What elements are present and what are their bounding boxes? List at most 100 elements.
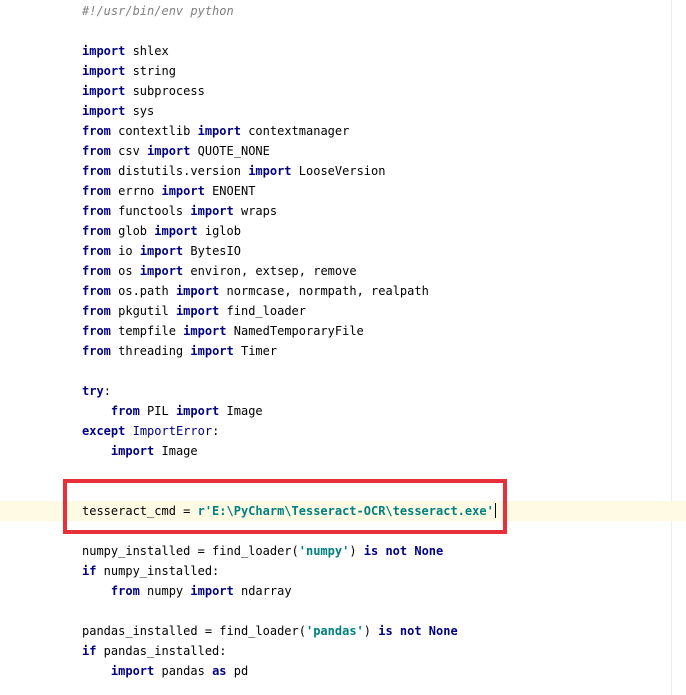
code-token: Image: [154, 444, 198, 458]
code-line[interactable]: if numpy_installed:: [0, 561, 686, 581]
code-token: as: [212, 664, 227, 678]
code-token: :: [212, 424, 220, 438]
code-token: import: [175, 284, 220, 298]
code-line[interactable]: from glob import iglob: [0, 221, 686, 241]
code-line-text: import pandas as pd: [82, 661, 248, 681]
code-line[interactable]: import pandas as pd: [0, 661, 686, 681]
code-token: is not None: [363, 544, 444, 558]
code-token: import: [175, 304, 220, 318]
code-line[interactable]: except ImportError:: [0, 421, 686, 441]
code-line[interactable]: from PIL import Image: [0, 401, 686, 421]
code-token: pkgutil: [110, 304, 176, 318]
code-line[interactable]: from errno import ENOENT: [0, 181, 686, 201]
code-token: from: [82, 264, 111, 278]
code-token: from: [82, 184, 111, 198]
code-line[interactable]: from functools import wraps: [0, 201, 686, 221]
code-line[interactable]: from pkgutil import find_loader: [0, 301, 686, 321]
code-line-text: from glob import iglob: [82, 221, 241, 241]
code-token: pandas_installed = find_loader(: [82, 624, 306, 638]
code-line-text: import subprocess: [82, 81, 205, 101]
code-line[interactable]: import sys: [0, 101, 686, 121]
code-token: errno: [110, 184, 162, 198]
code-line[interactable]: from numpy import ndarray: [0, 581, 686, 601]
code-line[interactable]: import shlex: [0, 41, 686, 61]
code-line[interactable]: from csv import QUOTE_NONE: [0, 141, 686, 161]
code-token: import: [190, 584, 234, 598]
code-token: 'numpy': [298, 544, 350, 558]
code-line[interactable]: [0, 601, 686, 621]
highlight-annotation-box: [63, 479, 507, 534]
code-token: import: [154, 224, 198, 238]
code-token: subprocess: [125, 84, 205, 98]
code-line[interactable]: [0, 361, 686, 381]
code-token: environ, extsep, remove: [183, 264, 357, 278]
code-line-text: from pkgutil import find_loader: [82, 301, 306, 321]
code-token: distutils.version: [110, 164, 249, 178]
code-token: from: [82, 144, 111, 158]
code-line-text: from contextlib import contextmanager: [82, 121, 349, 141]
code-line-text: pandas_installed = find_loader('pandas')…: [82, 621, 458, 641]
code-line[interactable]: import string: [0, 61, 686, 81]
code-token: from: [110, 584, 140, 598]
code-token: import: [139, 244, 184, 258]
code-token: ENOENT: [204, 184, 256, 198]
code-line[interactable]: try:: [0, 381, 686, 401]
code-line[interactable]: import Image: [0, 441, 686, 461]
code-token: os: [110, 264, 140, 278]
code-token: import: [190, 204, 234, 218]
code-line[interactable]: pandas_installed = find_loader('pandas')…: [0, 621, 686, 641]
code-token: if: [82, 564, 97, 578]
code-token: PIL: [139, 404, 176, 418]
code-line-text: from csv import QUOTE_NONE: [82, 141, 270, 161]
code-line[interactable]: #!/usr/bin/env python: [0, 1, 686, 21]
code-token: import: [110, 444, 155, 458]
code-token: ndarray: [233, 584, 292, 598]
code-line[interactable]: from tempfile import NamedTemporaryFile: [0, 321, 686, 341]
code-line-text: if numpy_installed:: [82, 561, 219, 581]
code-line-text: from os.path import normcase, normpath, …: [82, 281, 429, 301]
code-line-text: import string: [82, 61, 176, 81]
code-line[interactable]: from os.path import normcase, normpath, …: [0, 281, 686, 301]
code-line[interactable]: [0, 21, 686, 41]
code-token: normcase, normpath, realpath: [219, 284, 429, 298]
code-line-text: from io import BytesIO: [82, 241, 241, 261]
code-token: from: [82, 124, 111, 138]
code-line[interactable]: from distutils.version import LooseVersi…: [0, 161, 686, 181]
code-line-text: if pandas_installed:: [82, 641, 227, 661]
code-line-text: numpy_installed = find_loader('numpy') i…: [82, 541, 443, 561]
code-token: os.path: [110, 284, 176, 298]
code-token: import: [82, 104, 126, 118]
code-line[interactable]: numpy_installed = find_loader('numpy') i…: [0, 541, 686, 561]
code-token: Timer: [233, 344, 278, 358]
code-line-text: import shlex: [82, 41, 169, 61]
code-token: Image: [219, 404, 263, 418]
code-line[interactable]: from io import BytesIO: [0, 241, 686, 261]
code-token: except: [82, 424, 126, 438]
code-line[interactable]: from os import environ, extsep, remove: [0, 261, 686, 281]
code-line[interactable]: from contextlib import contextmanager: [0, 121, 686, 141]
code-line[interactable]: import subprocess: [0, 81, 686, 101]
code-token: import: [147, 144, 191, 158]
code-token: import: [183, 324, 227, 338]
code-line[interactable]: [0, 461, 686, 481]
code-token: from: [82, 324, 111, 338]
code-line-text: from functools import wraps: [82, 201, 277, 221]
code-token: import: [248, 164, 292, 178]
code-line[interactable]: if pandas_installed:: [0, 641, 686, 661]
code-line-text: import Image: [82, 441, 198, 461]
code-editor[interactable]: #!/usr/bin/env python import shlex import …: [0, 0, 686, 695]
code-line-text: except ImportError:: [82, 421, 219, 441]
code-token: import: [161, 184, 205, 198]
code-token: :: [103, 384, 111, 398]
code-token: numpy_installed = find_loader(: [82, 544, 299, 558]
code-token: numpy_installed:: [96, 564, 220, 578]
code-token: import: [110, 664, 155, 678]
code-line-text: from tempfile import NamedTemporaryFile: [82, 321, 364, 341]
code-token: shlex: [125, 44, 169, 58]
code-token: from: [82, 344, 111, 358]
code-line[interactable]: from threading import Timer: [0, 341, 686, 361]
code-line-text: from PIL import Image: [82, 401, 263, 421]
code-token: try: [82, 384, 104, 398]
